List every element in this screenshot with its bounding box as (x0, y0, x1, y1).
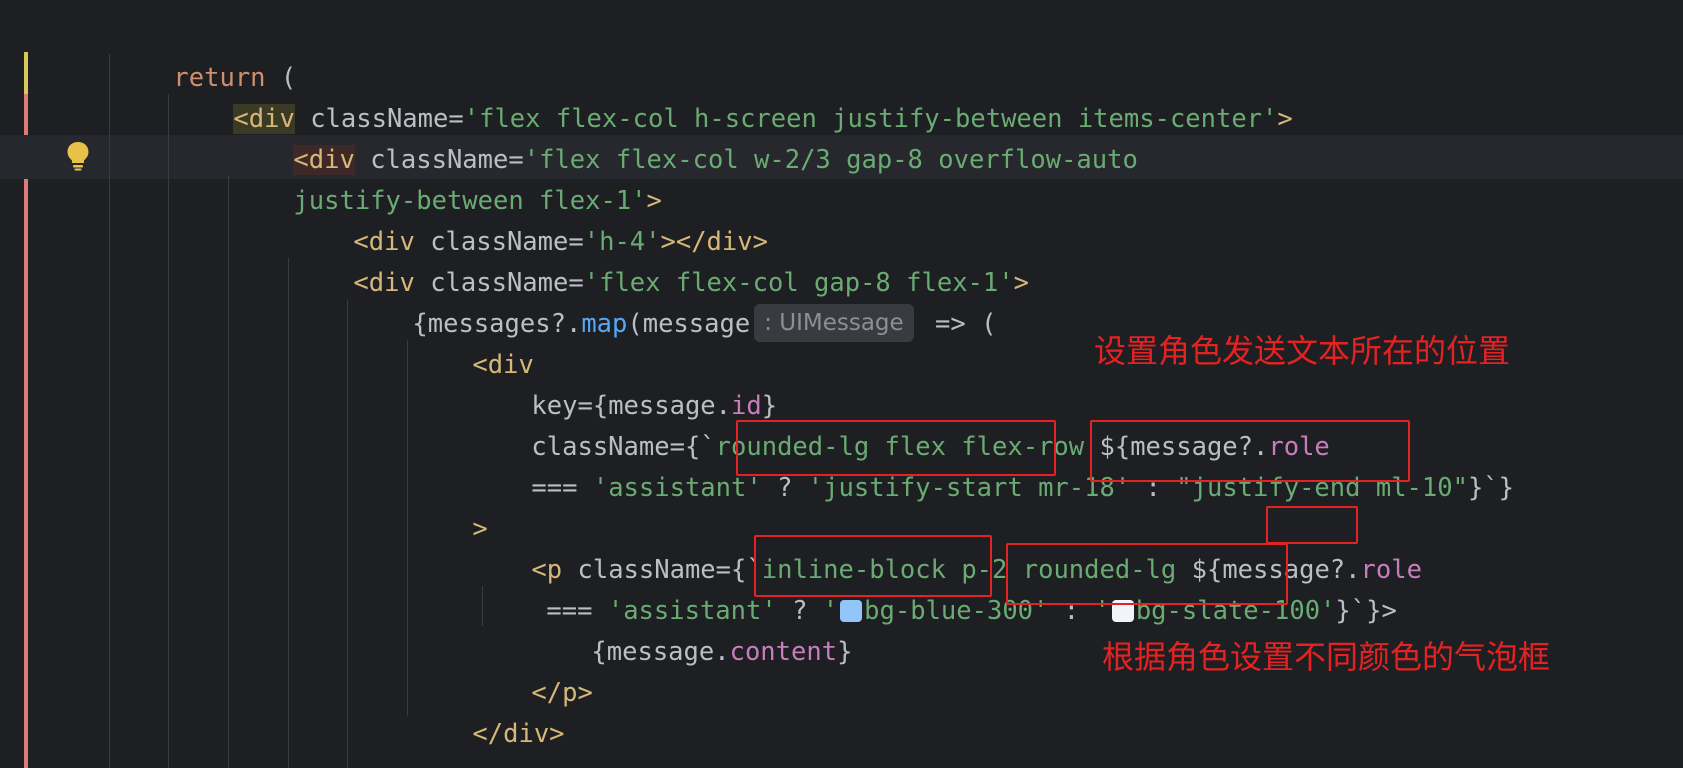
annotation-note-bubble: 根据角色设置不同颜色的气泡框 (1102, 638, 1551, 676)
string-literal: 'justify-start mr-18' (807, 473, 1131, 503)
gutter-change-marker-red (24, 94, 28, 768)
expression: {message. (591, 637, 730, 667)
code-line-4[interactable]: justify-between flex-1'> (232, 135, 661, 216)
property: content (729, 637, 838, 667)
punctuation: }`} (1467, 473, 1515, 503)
code-line-2[interactable]: <div className='flex flex-col h-screen j… (172, 53, 1293, 134)
parameter: (message (627, 309, 751, 339)
indent-guide (347, 300, 348, 768)
jsx-tag-close: > (1277, 104, 1293, 134)
code-line-5[interactable]: <div className='h-4'></div> (292, 176, 768, 257)
indent-guide (228, 176, 229, 768)
annotation-box (1006, 543, 1288, 605)
code-line-3[interactable]: <div className='flex flex-col w-2/3 gap-… (232, 94, 1138, 175)
arrow: => ( (919, 309, 997, 339)
indent-guide (288, 258, 289, 768)
lightbulb-icon[interactable] (66, 141, 90, 171)
code-line-12[interactable]: > (411, 463, 487, 544)
code-line-7[interactable]: {messages?.map(message: UIMessage => ( (351, 258, 996, 342)
indent-guide (109, 54, 110, 768)
annotation-note-position: 设置角色发送文本所在的位置 (1094, 332, 1511, 370)
code-editor[interactable]: return ( <div className='flex flex-col h… (0, 0, 1683, 768)
function-call: map (581, 309, 628, 339)
code-line-17[interactable]: </div> (411, 668, 564, 749)
jsx-tag-close: </div> (472, 719, 565, 749)
code-line-9[interactable]: key={message.id} (470, 340, 777, 421)
code-line-10[interactable]: className={`rounded-lg flex flex-row ${m… (470, 381, 1329, 462)
code-line-6[interactable]: <div className='flex flex-col gap-8 flex… (292, 217, 1029, 298)
punctuation: } (837, 637, 853, 667)
punctuation: }`}> (1335, 596, 1397, 626)
code-line-8[interactable]: <div (411, 299, 533, 380)
annotation-box (754, 535, 992, 597)
type-inlay-hint[interactable]: : UIMessage (754, 304, 914, 342)
indent-guide (407, 340, 408, 716)
annotation-box (1090, 420, 1410, 482)
code-line-16[interactable]: </p> (470, 627, 592, 708)
annotation-box (736, 420, 1056, 476)
operator: === (531, 473, 593, 503)
annotation-box (1266, 506, 1358, 544)
operator: ? (761, 473, 808, 503)
jsx-tag-close: > (1013, 268, 1029, 298)
code-line-1[interactable]: return ( (112, 12, 296, 93)
string-literal: 'assistant' (592, 473, 762, 503)
gutter-change-marker-yellow (24, 52, 28, 94)
indent-guide (168, 94, 169, 768)
